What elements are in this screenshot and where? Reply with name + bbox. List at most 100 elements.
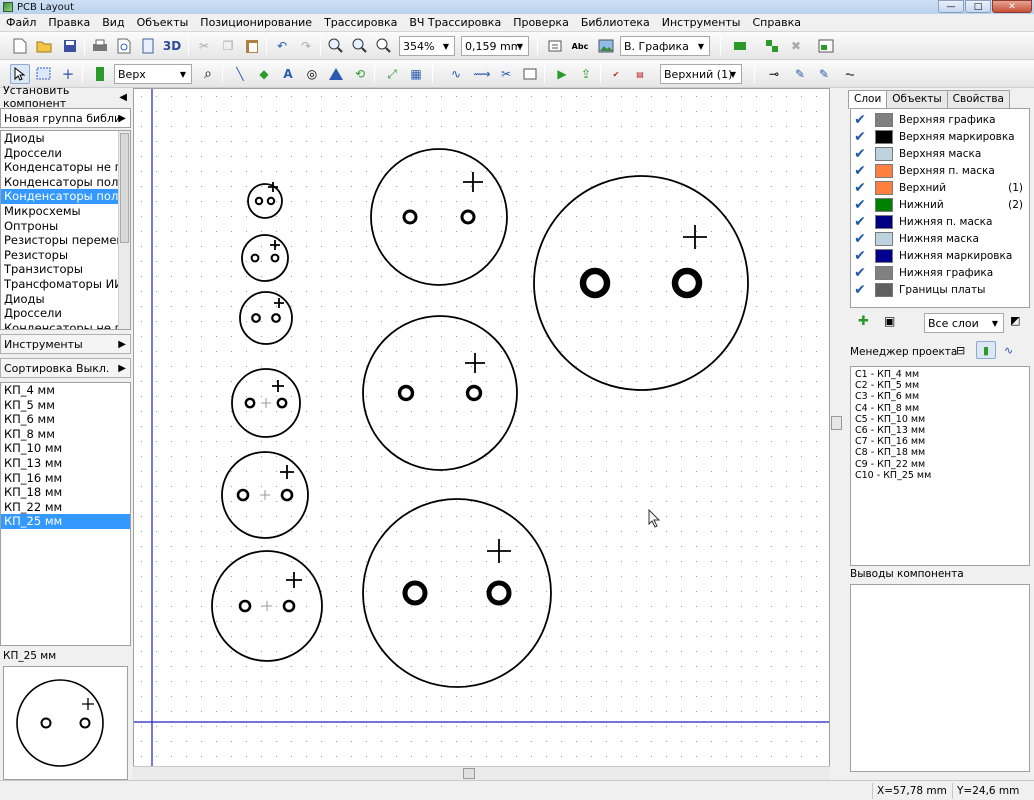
minimize-button[interactable]: — xyxy=(938,0,964,13)
select-area-icon[interactable] xyxy=(34,64,54,84)
maximize-button[interactable]: □ xyxy=(965,0,991,13)
component-delete-icon[interactable]: ✖ xyxy=(786,36,806,56)
component-item[interactable]: КП_8 мм xyxy=(1,427,130,442)
library-group-item[interactable]: Транзисторы xyxy=(1,262,130,277)
zoom-combo[interactable]: 354% ▼ xyxy=(399,36,455,56)
library-group-item[interactable]: Резисторы xyxy=(1,248,130,263)
tab-layers[interactable]: Слои xyxy=(848,90,888,109)
component-item[interactable]: КП_4 мм xyxy=(1,383,130,398)
component-item[interactable]: КП_22 мм xyxy=(1,500,130,515)
route-edit-icon[interactable]: ⟿ xyxy=(472,64,492,84)
edit-pen-2-icon[interactable]: ✎ xyxy=(814,64,834,84)
library-group-item[interactable]: Конденсаторы поляр. xyxy=(1,175,130,190)
layer-props-icon[interactable]: ▣ xyxy=(884,314,895,328)
sort-section[interactable]: Сортировка Выкл. ▶ xyxy=(0,358,131,378)
menu-routing[interactable]: Трассировка xyxy=(318,16,403,29)
library-groups-list[interactable]: ДиодыДросселиКонденсаторы не поляр.Конде… xyxy=(0,130,131,330)
grid-combo[interactable]: 0,159 mm ▼ xyxy=(461,36,529,56)
copper-pour-icon[interactable]: ⟲ xyxy=(350,64,370,84)
drc-check-icon[interactable]: ✔ xyxy=(606,64,626,84)
install-component-header[interactable]: Установить компонент ◀ xyxy=(0,84,131,110)
layer-row[interactable]: ✔ Верхняя маска xyxy=(851,145,1029,162)
cut-icon[interactable]: ✂ xyxy=(194,36,214,56)
component-item[interactable]: КП_6 мм xyxy=(1,412,130,427)
document-icon[interactable] xyxy=(138,36,158,56)
layer-row[interactable]: ✔ Нижняя п. маска xyxy=(851,213,1029,230)
layer-visible-check-icon[interactable]: ✔ xyxy=(851,248,869,264)
grid-table-icon[interactable]: ▦ xyxy=(406,64,426,84)
layer-color-swatch[interactable] xyxy=(875,112,893,127)
project-component-item[interactable]: C1 - КП_4 мм xyxy=(855,369,1025,380)
side-combo[interactable]: Верх ▼ xyxy=(114,64,192,84)
layers-list[interactable]: ✔ Верхняя графика ✔ Верхняя маркировка ✔ Верх… xyxy=(850,108,1030,308)
library-group-item[interactable]: Диоды xyxy=(1,131,130,146)
track-icon[interactable]: ╲ xyxy=(230,64,250,84)
text-tool-icon[interactable]: A xyxy=(278,64,298,84)
open-folder-icon[interactable] xyxy=(34,36,54,56)
layer-row[interactable]: ✔ Нижняя маркировка xyxy=(851,247,1029,264)
run-icon[interactable]: ▶ xyxy=(552,64,572,84)
route-split-icon[interactable]: ✂ xyxy=(496,64,516,84)
select-pointer-icon[interactable] xyxy=(10,64,30,84)
menu-tools[interactable]: Инструменты xyxy=(656,16,747,29)
menu-library[interactable]: Библиотека xyxy=(575,16,656,29)
library-group-item[interactable]: Трансфоматоры ИИП xyxy=(1,277,130,292)
project-component-item[interactable]: C4 - КП_8 мм xyxy=(855,403,1025,414)
library-group-item[interactable]: Микросхемы xyxy=(1,204,130,219)
signal-icon[interactable]: ⏦ xyxy=(840,64,860,84)
binoculars-icon[interactable]: ⌕ xyxy=(198,64,218,84)
paste-icon[interactable] xyxy=(242,36,262,56)
component-item[interactable]: КП_10 мм xyxy=(1,441,130,456)
component-item[interactable]: КП_25 мм xyxy=(1,514,130,529)
layer-color-swatch[interactable] xyxy=(875,129,893,144)
component-pins-box[interactable] xyxy=(850,584,1030,772)
layer-row[interactable]: ✔ Границы платы xyxy=(851,281,1029,298)
layer-visible-check-icon[interactable]: ✔ xyxy=(851,112,869,128)
layer-row[interactable]: ✔ Нижняя маска xyxy=(851,230,1029,247)
project-component-item[interactable]: C7 - КП_16 мм xyxy=(855,436,1025,447)
drc-report-icon[interactable]: ▤ xyxy=(630,64,650,84)
layer-visible-check-icon[interactable]: ✔ xyxy=(851,146,869,162)
library-group-item[interactable]: Конденсаторы поляр. xyxy=(1,189,130,204)
layer-visible-check-icon[interactable]: ✔ xyxy=(851,129,869,145)
component-item[interactable]: КП_16 мм xyxy=(1,471,130,486)
layer-color-swatch[interactable] xyxy=(875,197,893,212)
menu-check[interactable]: Проверка xyxy=(507,16,575,29)
component-icon[interactable] xyxy=(90,64,110,84)
layer-color-swatch[interactable] xyxy=(875,163,893,178)
layer-visible-check-icon[interactable]: ✔ xyxy=(851,180,869,196)
library-group-item[interactable]: Дроссели xyxy=(1,146,130,161)
menu-help[interactable]: Справка xyxy=(746,16,806,29)
project-component-item[interactable]: C3 - КП_6 мм xyxy=(855,391,1025,402)
library-group-item[interactable]: Дроссели xyxy=(1,306,130,321)
zoom-fit-icon[interactable] xyxy=(374,36,394,56)
canvas-vscrollbar[interactable] xyxy=(830,88,844,780)
project-component-item[interactable]: C6 - КП_13 мм xyxy=(855,425,1025,436)
pad-icon[interactable]: ◎ xyxy=(302,64,322,84)
layer-row[interactable]: ✔ Нижний (2) xyxy=(851,196,1029,213)
undo-icon[interactable]: ↶ xyxy=(272,36,292,56)
print-icon[interactable] xyxy=(90,36,110,56)
project-component-item[interactable]: C10 - КП_25 мм xyxy=(855,470,1025,481)
components-list[interactable]: КП_4 мм КП_5 мм КП_6 мм КП_8 мм КП_10 мм КП_1… xyxy=(0,382,131,646)
library-group-item[interactable]: Диоды xyxy=(1,292,130,307)
layer-color-swatch[interactable] xyxy=(875,180,893,195)
autoroute-icon[interactable] xyxy=(520,64,540,84)
layer-color-swatch[interactable] xyxy=(875,214,893,229)
layer-visible-check-icon[interactable]: ✔ xyxy=(851,282,869,298)
library-group-item[interactable]: Резисторы переменные xyxy=(1,233,130,248)
layer-combo[interactable]: Верхний (1) ▼ xyxy=(660,64,742,84)
layer-view-combo[interactable]: В. Графика ▼ xyxy=(620,36,710,56)
menu-edit[interactable]: Правка xyxy=(42,16,96,29)
menu-rf-routing[interactable]: ВЧ Трассировка xyxy=(403,16,507,29)
layer-row[interactable]: ✔ Верхняя п. маска xyxy=(851,162,1029,179)
library-group-item[interactable]: Конденсаторы не поляр. xyxy=(1,321,130,329)
measure-icon[interactable]: ⤢ xyxy=(382,64,402,84)
pcb-canvas[interactable] xyxy=(133,88,830,780)
layer-color-swatch[interactable] xyxy=(875,146,893,161)
canvas-hscrollbar[interactable] xyxy=(133,766,830,780)
via-icon[interactable]: ◆ xyxy=(254,64,274,84)
tab-objects[interactable]: Объекты xyxy=(886,90,948,108)
library-group-item[interactable]: Оптроны xyxy=(1,219,130,234)
project-components-list[interactable]: C1 - КП_4 мм C2 - КП_5 мм C3 - КП_6 мм C4 -… xyxy=(850,366,1030,566)
